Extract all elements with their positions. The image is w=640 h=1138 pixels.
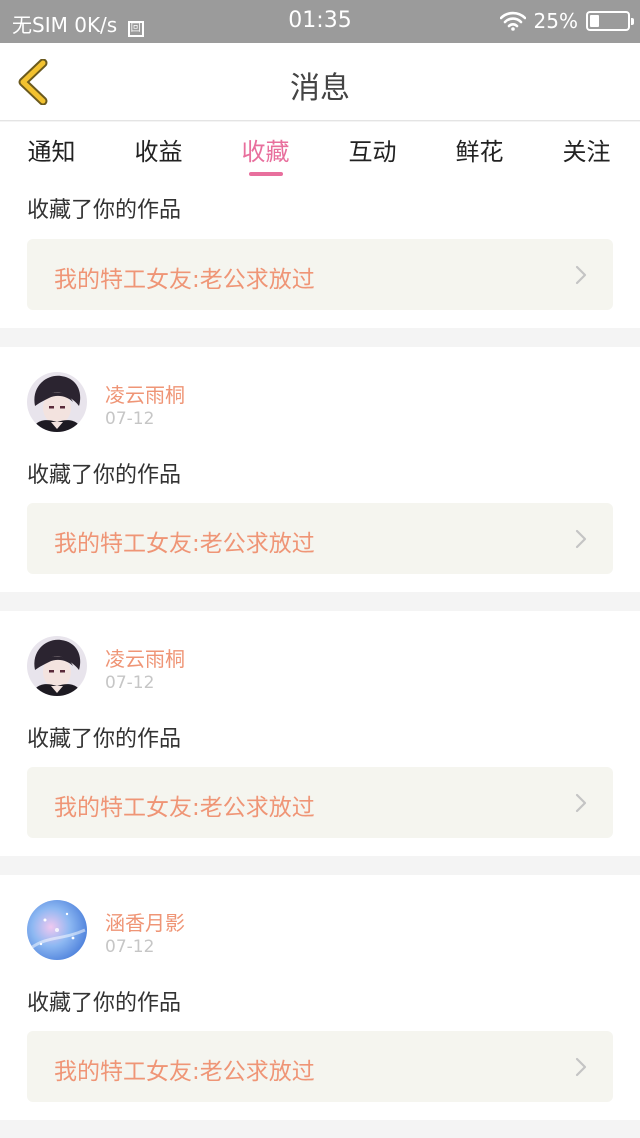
battery-fill	[590, 15, 599, 27]
chevron-right-icon	[575, 1057, 587, 1077]
tab-flowers[interactable]: 鲜花	[426, 132, 533, 167]
tab-interaction[interactable]: 互动	[319, 132, 426, 167]
work-title: 我的特工女友:老公求放过	[54, 795, 315, 821]
wifi-icon	[499, 11, 526, 31]
page-title: 消息	[290, 71, 350, 106]
tab-follow[interactable]: 关注	[533, 132, 640, 167]
action-text: 收藏了你的作品	[27, 198, 182, 223]
status-right: 25%	[499, 9, 634, 33]
tab-notice[interactable]: 通知	[0, 132, 105, 167]
username[interactable]: 凌云雨桐	[105, 643, 185, 672]
status-bar: 无SIM 0K/s 回 01:35 25%	[0, 0, 640, 43]
work-title: 我的特工女友:老公求放过	[54, 1059, 315, 1085]
battery-percent: 25%	[533, 9, 578, 33]
notification-card: 涵香月影 07-12 收藏了你的作品 我的特工女友:老公求放过	[0, 875, 640, 1120]
username[interactable]: 凌云雨桐	[105, 379, 185, 408]
action-text: 收藏了你的作品	[27, 463, 182, 488]
avatar[interactable]	[27, 900, 87, 960]
chevron-right-icon	[575, 265, 587, 285]
notification-card: 凌云雨桐 07-12 收藏了你的作品 我的特工女友:老公求放过	[0, 347, 640, 592]
timestamp: 07-12	[105, 937, 155, 957]
nav-bar: 消息	[0, 43, 640, 121]
work-link[interactable]: 我的特工女友:老公求放过	[27, 239, 613, 310]
chevron-right-icon	[575, 793, 587, 813]
action-text: 收藏了你的作品	[27, 727, 182, 752]
notification-card: 收藏了你的作品 我的特工女友:老公求放过	[0, 182, 640, 328]
username[interactable]: 涵香月影	[105, 907, 185, 936]
tab-favorites[interactable]: 收藏	[212, 132, 319, 167]
timestamp: 07-12	[105, 409, 155, 429]
work-title: 我的特工女友:老公求放过	[54, 267, 315, 293]
battery-icon	[586, 11, 634, 31]
tab-active-indicator	[249, 172, 283, 176]
work-link[interactable]: 我的特工女友:老公求放过	[27, 503, 613, 574]
work-link[interactable]: 我的特工女友:老公求放过	[27, 767, 613, 838]
timestamp: 07-12	[105, 673, 155, 693]
chevron-right-icon	[575, 529, 587, 549]
action-text: 收藏了你的作品	[27, 991, 182, 1016]
work-title: 我的特工女友:老公求放过	[54, 531, 315, 557]
notification-card: 凌云雨桐 07-12 收藏了你的作品 我的特工女友:老公求放过	[0, 611, 640, 856]
avatar[interactable]	[27, 636, 87, 696]
tab-earnings[interactable]: 收益	[105, 132, 212, 167]
work-link[interactable]: 我的特工女友:老公求放过	[27, 1031, 613, 1102]
tab-bar: 通知 收益 收藏 互动 鲜花 关注	[0, 122, 640, 182]
avatar[interactable]	[27, 372, 87, 432]
